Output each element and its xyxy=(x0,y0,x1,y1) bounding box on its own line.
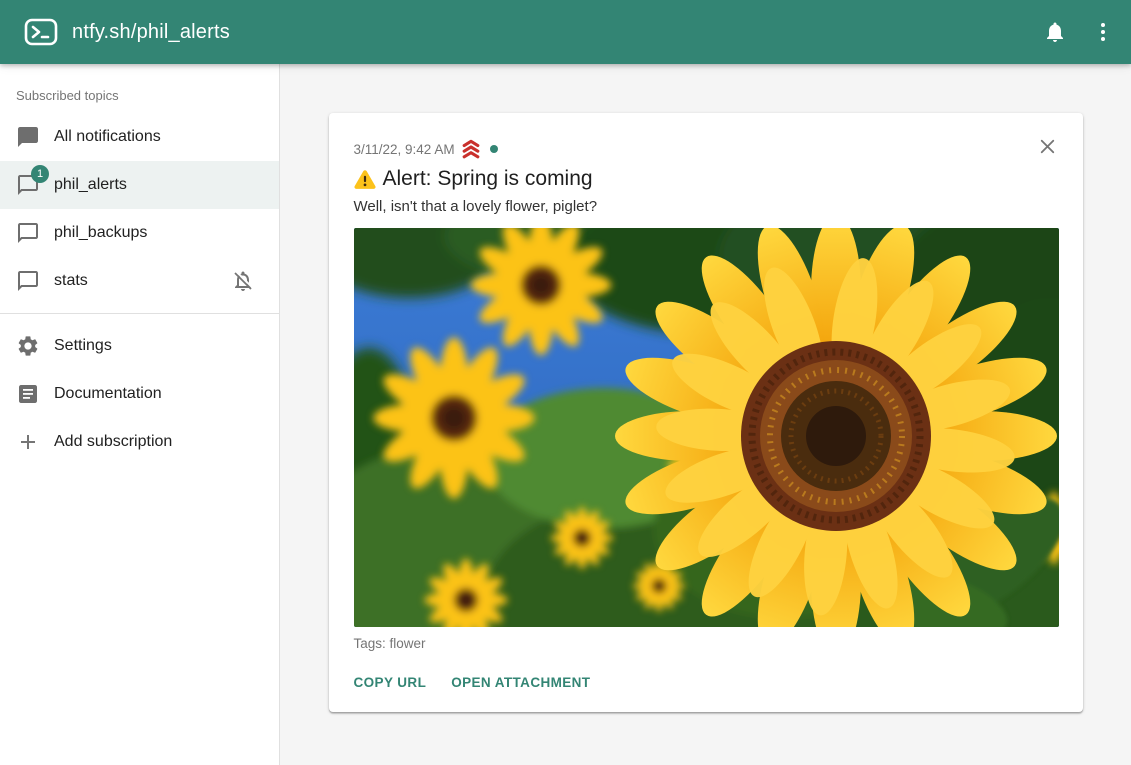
copy-url-button[interactable]: COPY URL xyxy=(354,667,427,698)
sidebar: Subscribed topics All notifications 1 ph… xyxy=(0,64,280,765)
overflow-menu-button[interactable] xyxy=(1079,8,1127,56)
bell-icon xyxy=(1043,20,1067,44)
gear-icon xyxy=(16,334,40,358)
sidebar-item-add-subscription[interactable]: Add subscription xyxy=(0,418,279,466)
plus-icon xyxy=(16,430,40,454)
timestamp: 3/11/22, 9:42 AM xyxy=(354,142,455,157)
sidebar-item-label: phil_backups xyxy=(54,224,263,242)
notification-title: Alert: Spring is coming xyxy=(383,167,593,191)
sidebar-item-label: Settings xyxy=(54,337,263,355)
kebab-menu-icon xyxy=(1091,20,1115,44)
sidebar-item-phil-alerts[interactable]: 1 phil_alerts xyxy=(0,161,279,209)
sidebar-item-label: Documentation xyxy=(54,385,263,403)
unread-dot xyxy=(490,145,498,153)
sidebar-item-all-notifications[interactable]: All notifications xyxy=(0,113,279,161)
open-attachment-button[interactable]: OPEN ATTACHMENT xyxy=(451,667,590,698)
notification-meta: 3/11/22, 9:42 AM xyxy=(354,139,1059,159)
main-content: 3/11/22, 9:42 AM xyxy=(280,64,1131,765)
close-notification-button[interactable] xyxy=(1028,126,1068,166)
sidebar-item-label: stats xyxy=(54,272,231,290)
tags-label: Tags: flower xyxy=(354,636,1059,651)
chat-filled-icon xyxy=(16,125,40,149)
chat-outline-icon: 1 xyxy=(16,173,40,197)
terminal-icon xyxy=(24,17,58,47)
sidebar-item-label: Add subscription xyxy=(54,433,263,451)
warning-triangle-icon xyxy=(354,169,376,190)
notification-card: 3/11/22, 9:42 AM xyxy=(329,113,1083,712)
sidebar-item-settings[interactable]: Settings xyxy=(0,322,279,370)
notification-title-row: Alert: Spring is coming xyxy=(354,167,1059,191)
sidebar-item-label: All notifications xyxy=(54,128,263,146)
sidebar-item-documentation[interactable]: Documentation xyxy=(0,370,279,418)
bell-off-icon xyxy=(231,269,255,293)
app-bar: ntfy.sh/phil_alerts xyxy=(0,0,1131,64)
article-icon xyxy=(16,382,40,406)
notifications-button[interactable] xyxy=(1031,8,1079,56)
subscribed-topics-label: Subscribed topics xyxy=(0,72,279,113)
card-actions: COPY URL OPEN ATTACHMENT xyxy=(354,667,1059,698)
page-title: ntfy.sh/phil_alerts xyxy=(72,21,1031,44)
sidebar-item-phil-backups[interactable]: phil_backups xyxy=(0,209,279,257)
notification-body: Well, isn't that a lovely flower, piglet… xyxy=(354,198,1059,215)
chat-outline-icon xyxy=(16,269,40,293)
sidebar-divider xyxy=(0,313,279,314)
chat-outline-icon xyxy=(16,221,40,245)
close-icon xyxy=(1036,135,1059,158)
attachment-image[interactable] xyxy=(354,228,1059,627)
sidebar-item-label: phil_alerts xyxy=(54,176,263,194)
triple-chevron-up-icon xyxy=(460,139,482,159)
sidebar-item-stats[interactable]: stats xyxy=(0,257,279,305)
unread-count-badge: 1 xyxy=(31,165,49,183)
